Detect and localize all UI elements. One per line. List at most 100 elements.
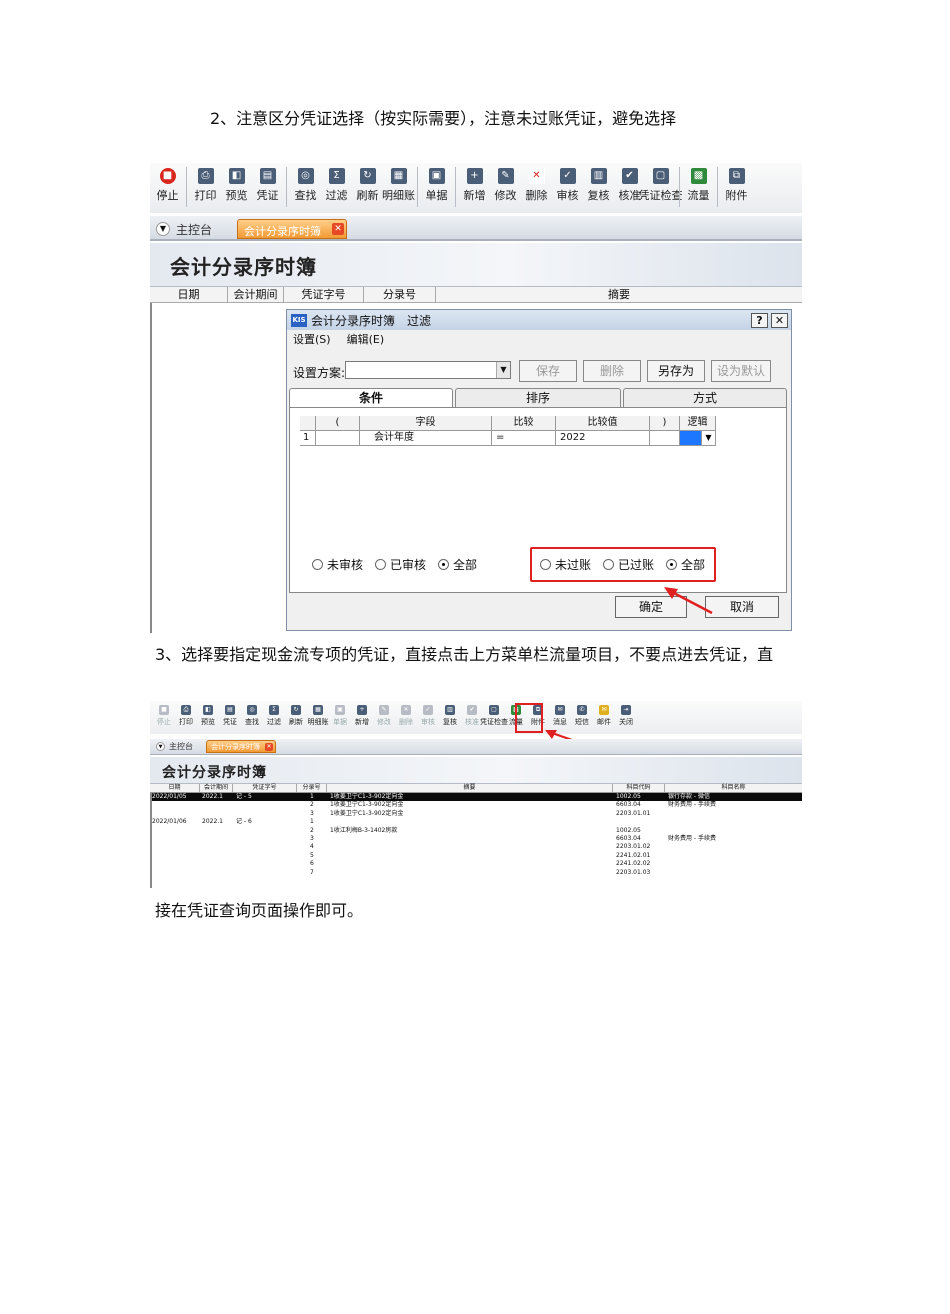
tab-sort[interactable]: 排序 xyxy=(455,388,621,408)
tab-journal[interactable]: 会计分录序时簿 ✕ xyxy=(237,219,347,239)
toolbar-message-button[interactable]: ✉ 消息 xyxy=(549,701,571,734)
cancel-button[interactable]: 取消 xyxy=(705,596,779,618)
close-dialog-button[interactable]: ✕ xyxy=(771,312,788,328)
table-row[interactable]: 3 6603.04 财务费用 - 手续费 xyxy=(150,835,802,843)
toolbar-delete-button[interactable]: ✕ 删除 xyxy=(395,701,417,734)
close-tab-icon[interactable]: ✕ xyxy=(332,223,344,235)
radio-unposted[interactable]: 未过账 xyxy=(540,556,591,573)
toolbar-refresh-button[interactable]: ↻ 刷新 xyxy=(352,163,383,203)
toolbar-binoculars-button[interactable]: ◎ 查找 xyxy=(290,163,321,203)
toolbar-voucher-check-button[interactable]: ▢ 凭证检查 xyxy=(639,163,683,203)
toolbar-label: 凭证检查 xyxy=(638,189,683,202)
tab-journal-label: 会计分录序时簿 xyxy=(244,225,321,238)
save-as-button[interactable]: 另存为 xyxy=(647,360,705,382)
toolbar-mail-button[interactable]: ✉ 邮件 xyxy=(593,701,615,734)
table-row[interactable]: 2022/01/06 2022.1 记 - 6 1 xyxy=(150,818,802,826)
toolbar-divider xyxy=(286,167,287,207)
grid-row-logic[interactable]: ▼ xyxy=(680,431,716,446)
collapse-icon[interactable]: ▼ xyxy=(156,222,170,236)
grid-row-field[interactable]: 会计年度 xyxy=(360,431,492,446)
grid-row-op[interactable]: = xyxy=(492,431,556,446)
approve-icon: ✔ xyxy=(467,705,477,715)
table-row[interactable]: 6 2241.02.02 xyxy=(150,860,802,868)
toolbar-ledger-button[interactable]: ▦ 明细账 xyxy=(307,701,329,734)
toolbar-recheck-button[interactable]: ▥ 复核 xyxy=(439,701,461,734)
table-row[interactable]: 4 2203.01.02 xyxy=(150,843,802,851)
toolbar-print-button[interactable]: ⎙ 打印 xyxy=(175,701,197,734)
toolbar-sms-button[interactable]: ✆ 短信 xyxy=(571,701,593,734)
table-row[interactable]: 5 2241.02.01 xyxy=(150,852,802,860)
toolbar-filter-button[interactable]: Σ 过滤 xyxy=(321,163,352,203)
toolbar-refresh-button[interactable]: ↻ 刷新 xyxy=(285,701,307,734)
toolbar-stop-button[interactable]: ■ 停止 xyxy=(152,163,183,203)
toolbar-cashflow-button[interactable]: ▩ 流量 xyxy=(683,163,714,203)
collapse-icon[interactable]: ▼ xyxy=(156,742,165,751)
radio-post-all[interactable]: 全部 xyxy=(666,556,705,573)
radio-posted[interactable]: 已过账 xyxy=(603,556,654,573)
cell-code: 2203.01.01 xyxy=(616,809,651,817)
tab-home[interactable]: 主控台 xyxy=(169,741,193,752)
preview-icon: ◧ xyxy=(203,705,213,715)
toolbar-voucher-check-button[interactable]: ▢ 凭证检查 xyxy=(480,701,508,734)
tab-journal[interactable]: 会计分录序时簿 ✕ xyxy=(206,740,276,753)
toolbar-recheck-button[interactable]: ▥ 复核 xyxy=(583,163,614,203)
toolbar-attachment-button[interactable]: ⧉ 附件 xyxy=(721,163,752,203)
chevron-down-icon[interactable]: ▼ xyxy=(496,362,510,378)
toolbar-divider xyxy=(455,167,456,207)
tab-mode[interactable]: 方式 xyxy=(623,388,787,408)
grid-h-value: 比较值 xyxy=(556,416,650,431)
toolbar-label: 关闭 xyxy=(619,718,633,726)
toolbar-preview-button[interactable]: ◧ 预览 xyxy=(221,163,252,203)
set-default-button[interactable]: 设为默认 xyxy=(711,360,771,382)
conditions-panel: ( 字段 比较 比较值 ) 逻辑 1 会计年度 = 2022 ▼ 未审核 已审核… xyxy=(289,407,787,593)
toolbar-delete-button[interactable]: ✕ 删除 xyxy=(521,163,552,203)
toolbar-add-button[interactable]: + 新增 xyxy=(351,701,373,734)
help-button[interactable]: ? xyxy=(751,312,768,328)
toolbar-document-button[interactable]: ▣ 单据 xyxy=(421,163,452,203)
menu-edit[interactable]: 编辑(E) xyxy=(347,331,385,347)
table-row[interactable]: 7 2203.01.03 xyxy=(150,869,802,877)
toolbar-binoculars-button[interactable]: ◎ 查找 xyxy=(241,701,263,734)
preview-icon: ◧ xyxy=(228,168,245,184)
toolbar-stop-button[interactable]: ■ 停止 xyxy=(153,701,175,734)
radio-unaudited[interactable]: 未审核 xyxy=(312,556,363,573)
toolbar-preview-button[interactable]: ◧ 预览 xyxy=(197,701,219,734)
grid-h-field: 字段 xyxy=(360,416,492,431)
scheme-select[interactable]: ▼ xyxy=(345,361,511,379)
voucher-icon: ▤ xyxy=(225,705,235,715)
chevron-down-icon[interactable]: ▼ xyxy=(701,431,715,445)
toolbar-print-button[interactable]: ⎙ 打印 xyxy=(190,163,221,203)
toolbar-ledger-button[interactable]: ▦ 明细账 xyxy=(382,163,415,203)
tab-home[interactable]: 主控台 xyxy=(176,221,212,238)
radio-audited[interactable]: 已审核 xyxy=(375,556,426,573)
table-row[interactable]: 2 1收江利梅B-3-1402房款 1002.05 xyxy=(150,827,802,835)
toolbar-audit-button[interactable]: ✓ 审核 xyxy=(417,701,439,734)
toolbar-label: 查找 xyxy=(245,718,259,726)
menu-settings[interactable]: 设置(S) xyxy=(293,331,331,347)
delete-button[interactable]: 删除 xyxy=(583,360,641,382)
step3-text-b: 接在凭证查询页面操作即可。 xyxy=(155,901,364,920)
toolbar-document-button[interactable]: ▣ 单据 xyxy=(329,701,351,734)
toolbar-voucher-button[interactable]: ▤ 凭证 xyxy=(219,701,241,734)
save-button[interactable]: 保存 xyxy=(519,360,577,382)
approve-icon: ✔ xyxy=(621,168,638,184)
tab-conditions[interactable]: 条件 xyxy=(289,388,453,409)
toolbar-edit-button[interactable]: ✎ 修改 xyxy=(490,163,521,203)
toolbar-audit-button[interactable]: ✓ 审核 xyxy=(552,163,583,203)
document-icon: ▣ xyxy=(428,168,445,184)
radio-audit-all[interactable]: 全部 xyxy=(438,556,477,573)
toolbar-voucher-button[interactable]: ▤ 凭证 xyxy=(252,163,283,203)
toolbar-label: 短信 xyxy=(575,718,589,726)
toolbar-filter-button[interactable]: Σ 过滤 xyxy=(263,701,285,734)
grid-row[interactable]: 1 会计年度 = 2022 ▼ xyxy=(300,431,716,446)
grid-row-value[interactable]: 2022 xyxy=(556,431,650,446)
table-row[interactable]: 3 1收姜卫宁C1-3-902定向金 2203.01.01 xyxy=(150,810,802,818)
toolbar-add-button[interactable]: + 新增 xyxy=(459,163,490,203)
ok-button[interactable]: 确定 xyxy=(615,596,687,618)
table-row[interactable]: 2 1收姜卫宁C1-3-902定向金 6603.04 财务费用 - 手续费 xyxy=(150,801,802,809)
toolbar-close-door-button[interactable]: ⇥ 关闭 xyxy=(615,701,637,734)
toolbar-label: 复核 xyxy=(443,718,457,726)
col-date: 日期 xyxy=(150,287,228,302)
close-tab-icon[interactable]: ✕ xyxy=(265,743,273,751)
toolbar-edit-button[interactable]: ✎ 修改 xyxy=(373,701,395,734)
